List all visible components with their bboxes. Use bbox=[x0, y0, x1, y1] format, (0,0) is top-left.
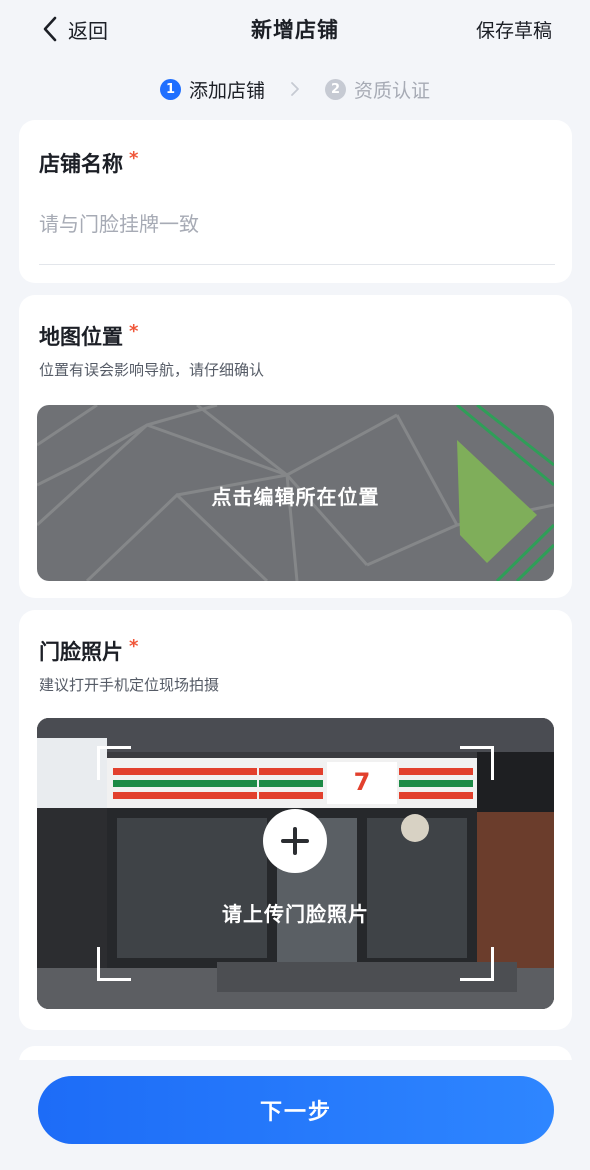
frame-corner bbox=[460, 746, 494, 780]
required-mark: * bbox=[129, 148, 139, 169]
input-underline bbox=[39, 264, 555, 265]
step-1-label: 添加店铺 bbox=[188, 79, 265, 102]
next-step-button[interactable]: 下一步 bbox=[38, 1076, 554, 1144]
storefront-photo-hint: 建议打开手机定位现场拍摄 bbox=[39, 676, 220, 694]
store-name-label: 店铺名称 bbox=[39, 152, 123, 176]
store-name-input[interactable] bbox=[39, 204, 555, 244]
frame-corner bbox=[97, 746, 131, 780]
map-preview[interactable]: 点击编辑所在位置 bbox=[37, 405, 554, 581]
store-name-title: 店铺名称 * bbox=[39, 148, 138, 178]
step-2-number: 2 bbox=[325, 78, 346, 100]
chevron-right-icon bbox=[291, 82, 299, 96]
step-2-label: 资质认证 bbox=[354, 79, 431, 102]
map-location-hint: 位置有误会影响导航，请仔细确认 bbox=[39, 361, 265, 379]
save-draft-button[interactable]: 保存草稿 bbox=[476, 16, 552, 43]
map-location-label: 地图位置 bbox=[39, 325, 123, 349]
photo-upload-area[interactable]: 7 请上传门脸照片 bbox=[37, 718, 554, 1009]
store-name-card: 店铺名称 * bbox=[19, 120, 572, 283]
map-location-card: 地图位置 * 位置有误会影响导航，请仔细确认 点击编辑所在位置 bbox=[19, 295, 572, 598]
storefront-photo-title: 门脸照片 * bbox=[39, 636, 138, 666]
required-mark: * bbox=[129, 321, 139, 342]
storefront-photo-card: 门脸照片 * 建议打开手机定位现场拍摄 7 请上传门脸照片 bbox=[19, 610, 572, 1030]
nav-bar: 返回 新增店铺 保存草稿 bbox=[0, 0, 590, 58]
step-1-number: 1 bbox=[159, 78, 181, 100]
add-photo-button[interactable] bbox=[263, 809, 327, 873]
map-edit-prompt: 点击编辑所在位置 bbox=[211, 485, 380, 509]
map-location-title: 地图位置 * bbox=[39, 321, 138, 351]
frame-corner bbox=[460, 947, 494, 981]
plus-icon bbox=[281, 827, 309, 855]
step-2: 2 资质认证 bbox=[325, 76, 430, 103]
step-1: 1 添加店铺 bbox=[159, 76, 265, 103]
storefront-photo-label: 门脸照片 bbox=[39, 640, 123, 664]
required-mark: * bbox=[129, 636, 139, 657]
svg-text:7: 7 bbox=[354, 768, 371, 796]
frame-corner bbox=[97, 947, 131, 981]
step-indicator: 1 添加店铺 2 资质认证 bbox=[0, 74, 590, 104]
upload-prompt: 请上传门脸照片 bbox=[222, 902, 369, 926]
